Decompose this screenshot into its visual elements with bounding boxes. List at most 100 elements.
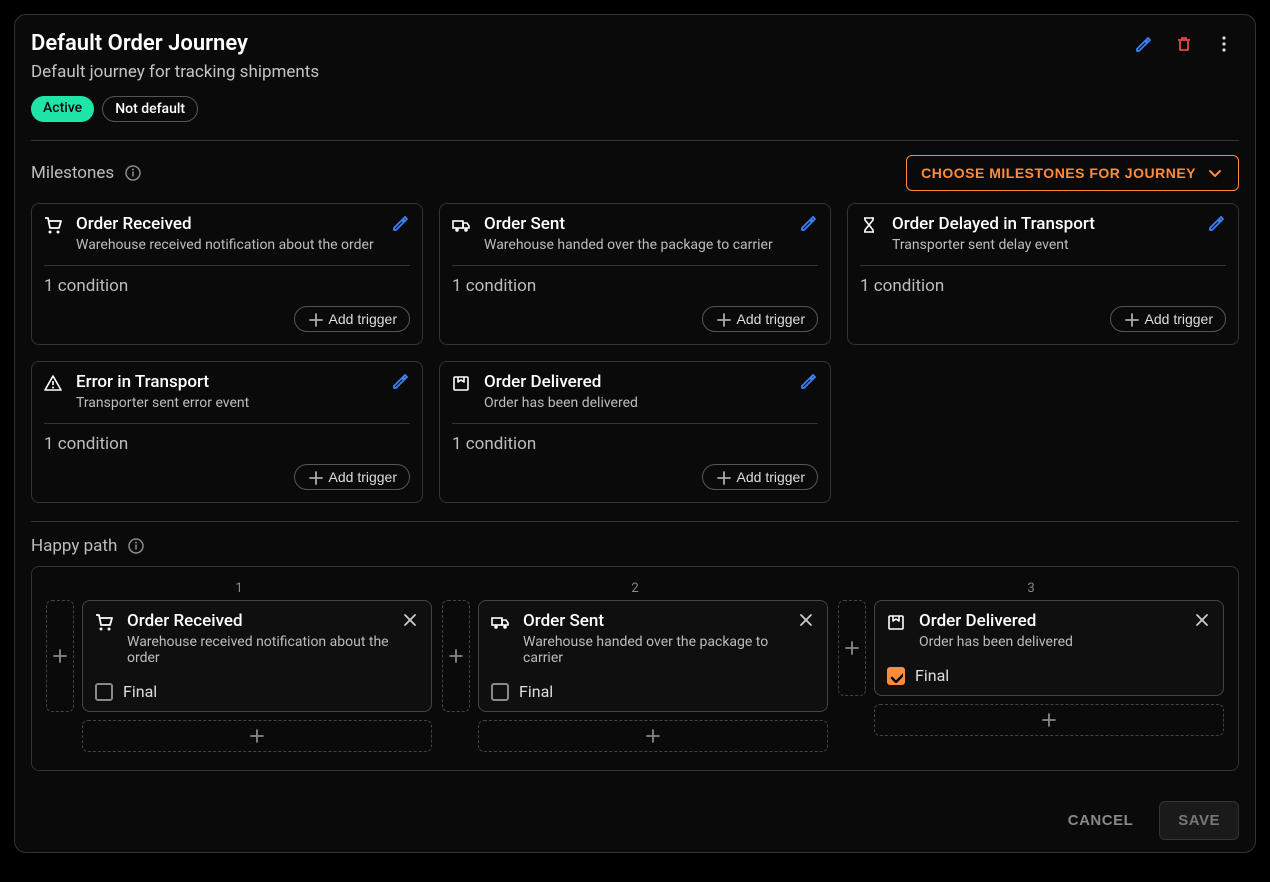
truck-icon bbox=[452, 216, 472, 236]
milestone-condition: 1 condition bbox=[44, 434, 410, 454]
cart-icon bbox=[44, 216, 64, 236]
edit-button[interactable] bbox=[1135, 35, 1153, 53]
plus-icon bbox=[715, 311, 731, 327]
hourglass-icon bbox=[860, 216, 880, 236]
edit-milestone-button[interactable] bbox=[800, 214, 818, 232]
happy-path-scroll[interactable]: 1 Order Received Warehouse received noti… bbox=[31, 566, 1239, 781]
step-card: Order Received Warehouse received notifi… bbox=[82, 600, 432, 712]
edit-milestone-button[interactable] bbox=[1208, 214, 1226, 232]
add-trigger-button[interactable]: Add trigger bbox=[1110, 306, 1226, 332]
remove-step-button[interactable] bbox=[1193, 611, 1211, 629]
truck-icon bbox=[491, 613, 511, 633]
milestone-condition: 1 condition bbox=[44, 276, 410, 296]
add-step-before-button[interactable] bbox=[838, 600, 866, 696]
package-icon bbox=[887, 613, 907, 633]
warning-icon bbox=[44, 374, 64, 394]
header-actions bbox=[1135, 31, 1239, 53]
milestone-card: Order Delayed in Transport Transporter s… bbox=[847, 203, 1239, 345]
milestone-title: Error in Transport bbox=[76, 372, 249, 392]
plus-icon bbox=[715, 469, 731, 485]
step-card: Order Delivered Order has been delivered… bbox=[874, 600, 1224, 696]
milestone-card: Order Sent Warehouse handed over the pac… bbox=[439, 203, 831, 345]
step-number: 1 bbox=[46, 581, 432, 596]
edit-milestone-button[interactable] bbox=[392, 214, 410, 232]
final-toggle[interactable]: Final bbox=[887, 666, 1211, 685]
milestones-header: Milestones CHOOSE MILESTONES FOR JOURNEY bbox=[31, 155, 1239, 191]
milestone-card: Order Received Warehouse received notifi… bbox=[31, 203, 423, 345]
plus-icon bbox=[307, 469, 323, 485]
final-toggle[interactable]: Final bbox=[491, 682, 815, 701]
milestones-grid: Order Received Warehouse received notifi… bbox=[31, 203, 1239, 503]
header: Default Order Journey Default journey fo… bbox=[31, 31, 1239, 122]
happy-path-step: 2 Order Sent Warehouse handed over the p… bbox=[442, 581, 828, 752]
milestone-title: Order Delayed in Transport bbox=[892, 214, 1095, 234]
final-checkbox[interactable] bbox=[887, 667, 905, 685]
plus-icon bbox=[307, 311, 323, 327]
milestone-desc: Order has been delivered bbox=[484, 395, 638, 411]
milestone-card: Order Delivered Order has been delivered… bbox=[439, 361, 831, 503]
step-desc: Order has been delivered bbox=[919, 634, 1073, 650]
milestones-title: Milestones bbox=[31, 163, 142, 183]
info-icon[interactable] bbox=[127, 537, 145, 555]
milestone-title: Order Delivered bbox=[484, 372, 638, 392]
step-desc: Warehouse handed over the package to car… bbox=[523, 634, 797, 666]
footer: CANCEL SAVE bbox=[31, 801, 1239, 840]
more-menu-button[interactable] bbox=[1215, 35, 1233, 53]
happy-path-header: Happy path bbox=[31, 536, 1239, 556]
status-badges: Active Not default bbox=[31, 96, 319, 122]
add-step-before-button[interactable] bbox=[442, 600, 470, 712]
add-step-before-button[interactable] bbox=[46, 600, 74, 712]
divider bbox=[31, 521, 1239, 522]
step-number: 3 bbox=[838, 581, 1224, 596]
save-button[interactable]: SAVE bbox=[1159, 801, 1239, 840]
step-title: Order Delivered bbox=[919, 611, 1073, 631]
add-trigger-button[interactable]: Add trigger bbox=[702, 464, 818, 490]
add-step-below-button[interactable] bbox=[478, 720, 828, 752]
add-trigger-button[interactable]: Add trigger bbox=[702, 306, 818, 332]
add-trigger-button[interactable]: Add trigger bbox=[294, 306, 410, 332]
divider bbox=[31, 140, 1239, 141]
package-icon bbox=[452, 374, 472, 394]
remove-step-button[interactable] bbox=[797, 611, 815, 629]
edit-milestone-button[interactable] bbox=[800, 372, 818, 390]
milestone-condition: 1 condition bbox=[452, 276, 818, 296]
milestone-desc: Transporter sent delay event bbox=[892, 237, 1095, 253]
page-subtitle: Default journey for tracking shipments bbox=[31, 62, 319, 82]
milestone-title: Order Received bbox=[76, 214, 374, 234]
add-step-below-button[interactable] bbox=[82, 720, 432, 752]
badge-active: Active bbox=[31, 96, 94, 122]
milestone-condition: 1 condition bbox=[860, 276, 1226, 296]
cancel-button[interactable]: CANCEL bbox=[1054, 802, 1148, 839]
milestone-card: Error in Transport Transporter sent erro… bbox=[31, 361, 423, 503]
add-step-below-button[interactable] bbox=[874, 704, 1224, 736]
final-checkbox[interactable] bbox=[95, 683, 113, 701]
step-desc: Warehouse received notification about th… bbox=[127, 634, 401, 666]
chevron-down-icon bbox=[1206, 164, 1224, 182]
step-number: 2 bbox=[442, 581, 828, 596]
cart-icon bbox=[95, 613, 115, 633]
edit-milestone-button[interactable] bbox=[392, 372, 410, 390]
final-checkbox[interactable] bbox=[491, 683, 509, 701]
milestone-desc: Transporter sent error event bbox=[76, 395, 249, 411]
badge-not-default: Not default bbox=[102, 96, 198, 122]
info-icon[interactable] bbox=[124, 164, 142, 182]
milestone-desc: Warehouse received notification about th… bbox=[76, 237, 374, 253]
milestone-condition: 1 condition bbox=[452, 434, 818, 454]
happy-path-step: 3 Order Delivered Order has been deliver… bbox=[838, 581, 1224, 752]
step-title: Order Received bbox=[127, 611, 401, 631]
final-toggle[interactable]: Final bbox=[95, 682, 419, 701]
plus-icon bbox=[1123, 311, 1139, 327]
step-title: Order Sent bbox=[523, 611, 797, 631]
happy-path-row: 1 Order Received Warehouse received noti… bbox=[31, 566, 1239, 771]
add-trigger-button[interactable]: Add trigger bbox=[294, 464, 410, 490]
choose-milestones-button[interactable]: CHOOSE MILESTONES FOR JOURNEY bbox=[906, 155, 1239, 191]
happy-path-step: 1 Order Received Warehouse received noti… bbox=[46, 581, 432, 752]
step-card: Order Sent Warehouse handed over the pac… bbox=[478, 600, 828, 712]
delete-button[interactable] bbox=[1175, 35, 1193, 53]
journey-panel: Default Order Journey Default journey fo… bbox=[14, 14, 1256, 853]
milestone-title: Order Sent bbox=[484, 214, 773, 234]
remove-step-button[interactable] bbox=[401, 611, 419, 629]
happy-path-title: Happy path bbox=[31, 536, 145, 556]
milestone-desc: Warehouse handed over the package to car… bbox=[484, 237, 773, 253]
page-title: Default Order Journey bbox=[31, 31, 319, 56]
